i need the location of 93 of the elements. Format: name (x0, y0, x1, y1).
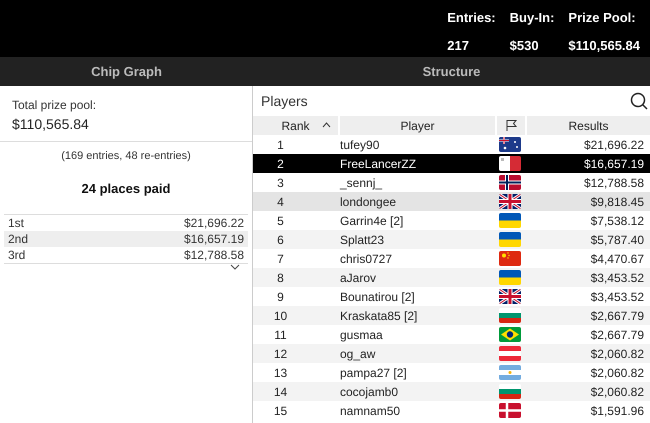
player-cell: Splatt23 (340, 232, 384, 246)
table-row[interactable]: 8 aJarov $3,453.52 (253, 268, 650, 287)
flag-icon (499, 384, 521, 399)
stat-value: $110,565.84 (568, 36, 640, 54)
payout-amount: $16,657.19 (184, 231, 244, 248)
player-cell: chris0727 (340, 252, 392, 266)
result-cell: $7,538.12 (590, 214, 644, 228)
result-cell: $2,667.79 (590, 328, 644, 342)
rank-cell: 10 (274, 308, 288, 322)
prize-pool-label: Total prize pool: (12, 97, 98, 114)
table-row[interactable]: 2 FreeLancerZZ $16,657.19 (253, 154, 650, 173)
player-cell: cocojamb0 (340, 384, 398, 398)
column-header[interactable]: Results (568, 116, 608, 134)
table-row[interactable]: 4 londongee $9,818.45 (253, 192, 650, 211)
places-paid: 24 places paid (80, 180, 172, 198)
rank-cell: 2 (277, 156, 284, 170)
result-cell: $9,818.45 (590, 194, 644, 208)
player-cell: tufey90 (340, 138, 380, 152)
result-cell: $2,060.82 (590, 346, 644, 360)
player-cell: pampa27 [2] (340, 366, 407, 380)
payout-place: 1st (8, 215, 24, 232)
flag-icon (499, 365, 521, 380)
flag-icon (499, 213, 521, 228)
flag-icon (499, 137, 521, 152)
rank-cell: 6 (277, 232, 284, 246)
chevron-down-icon[interactable] (230, 264, 240, 270)
tab[interactable]: Chip Graph (0, 57, 253, 86)
payout-place: 2nd (8, 231, 28, 248)
result-cell: $5,787.40 (590, 232, 644, 246)
result-cell: $3,453.52 (590, 290, 644, 304)
flag-icon (499, 346, 521, 361)
rank-cell: 15 (274, 404, 288, 418)
rank-cell: 14 (274, 384, 288, 398)
rank-cell: 11 (274, 328, 287, 342)
player-cell: aJarov (340, 270, 376, 284)
flag-icon (499, 327, 521, 342)
result-cell: $1,591.96 (590, 404, 644, 418)
player-cell: Bounatirou [2] (340, 290, 415, 304)
flag-icon (499, 403, 521, 418)
table-row[interactable]: 12 og_aw $2,060.82 (253, 344, 650, 363)
result-cell: $12,788.58 (584, 176, 644, 190)
payout-amount: $21,696.22 (184, 215, 244, 232)
result-cell: $16,657.19 (584, 156, 644, 170)
entries-note: (169 entries, 48 re-entries) (60, 149, 192, 164)
table-row[interactable]: 10 Kraskata85 [2] $2,667.79 (253, 306, 650, 325)
stat-label: Buy-In: (510, 9, 554, 27)
result-cell: $2,667.79 (590, 308, 644, 322)
rank-cell: 9 (277, 290, 284, 304)
player-cell: namnam50 (340, 404, 400, 418)
rank-cell: 1 (277, 138, 284, 152)
flag-icon (499, 270, 521, 285)
tab[interactable]: Structure (253, 57, 650, 86)
flag-icon (499, 308, 521, 323)
result-cell: $4,470.67 (590, 252, 644, 266)
flag-icon (499, 175, 521, 190)
result-cell: $2,060.82 (590, 366, 644, 380)
stat-value: $530 (510, 36, 540, 54)
rank-cell: 8 (277, 270, 284, 284)
flag-icon (499, 251, 521, 266)
payout-amount: $12,788.58 (184, 247, 244, 264)
rank-cell: 13 (274, 366, 288, 380)
table-row[interactable]: 14 cocojamb0 $2,060.82 (253, 382, 650, 401)
column-header[interactable]: Rank (281, 116, 310, 134)
players-title: Players (261, 92, 308, 111)
table-row[interactable]: 6 Splatt23 $5,787.40 (253, 230, 650, 249)
player-cell: londongee (340, 194, 396, 208)
player-cell: Garrin4e [2] (340, 214, 404, 228)
result-cell: $3,453.52 (590, 270, 644, 284)
rank-cell: 4 (277, 194, 284, 208)
stat-value: 217 (447, 36, 470, 54)
player-cell: og_aw (340, 346, 376, 360)
flag-icon (499, 232, 521, 247)
rank-cell: 7 (277, 252, 284, 266)
column-header[interactable]: Player (400, 116, 434, 134)
rank-cell: 5 (277, 214, 284, 228)
player-cell: Kraskata85 [2] (340, 308, 418, 322)
result-cell: $21,696.22 (584, 138, 644, 152)
stat-label: Entries: (447, 9, 496, 27)
result-cell: $2,060.82 (590, 384, 644, 398)
flag-outline-icon[interactable] (504, 119, 518, 132)
player-cell: FreeLancerZZ (340, 156, 416, 170)
search-icon[interactable] (630, 92, 648, 110)
player-cell: _sennj_ (340, 176, 382, 190)
flag-icon (499, 156, 521, 171)
rank-cell: 3 (277, 176, 284, 190)
stat-label: Prize Pool: (568, 9, 637, 27)
prize-pool-amount: $110,565.84 (12, 115, 90, 134)
player-cell: gusmaa (340, 328, 383, 342)
payout-place: 3rd (8, 247, 26, 264)
rank-cell: 12 (274, 346, 288, 360)
flag-icon (499, 194, 521, 209)
flag-icon (499, 289, 521, 304)
sort-up-icon[interactable] (322, 122, 331, 128)
